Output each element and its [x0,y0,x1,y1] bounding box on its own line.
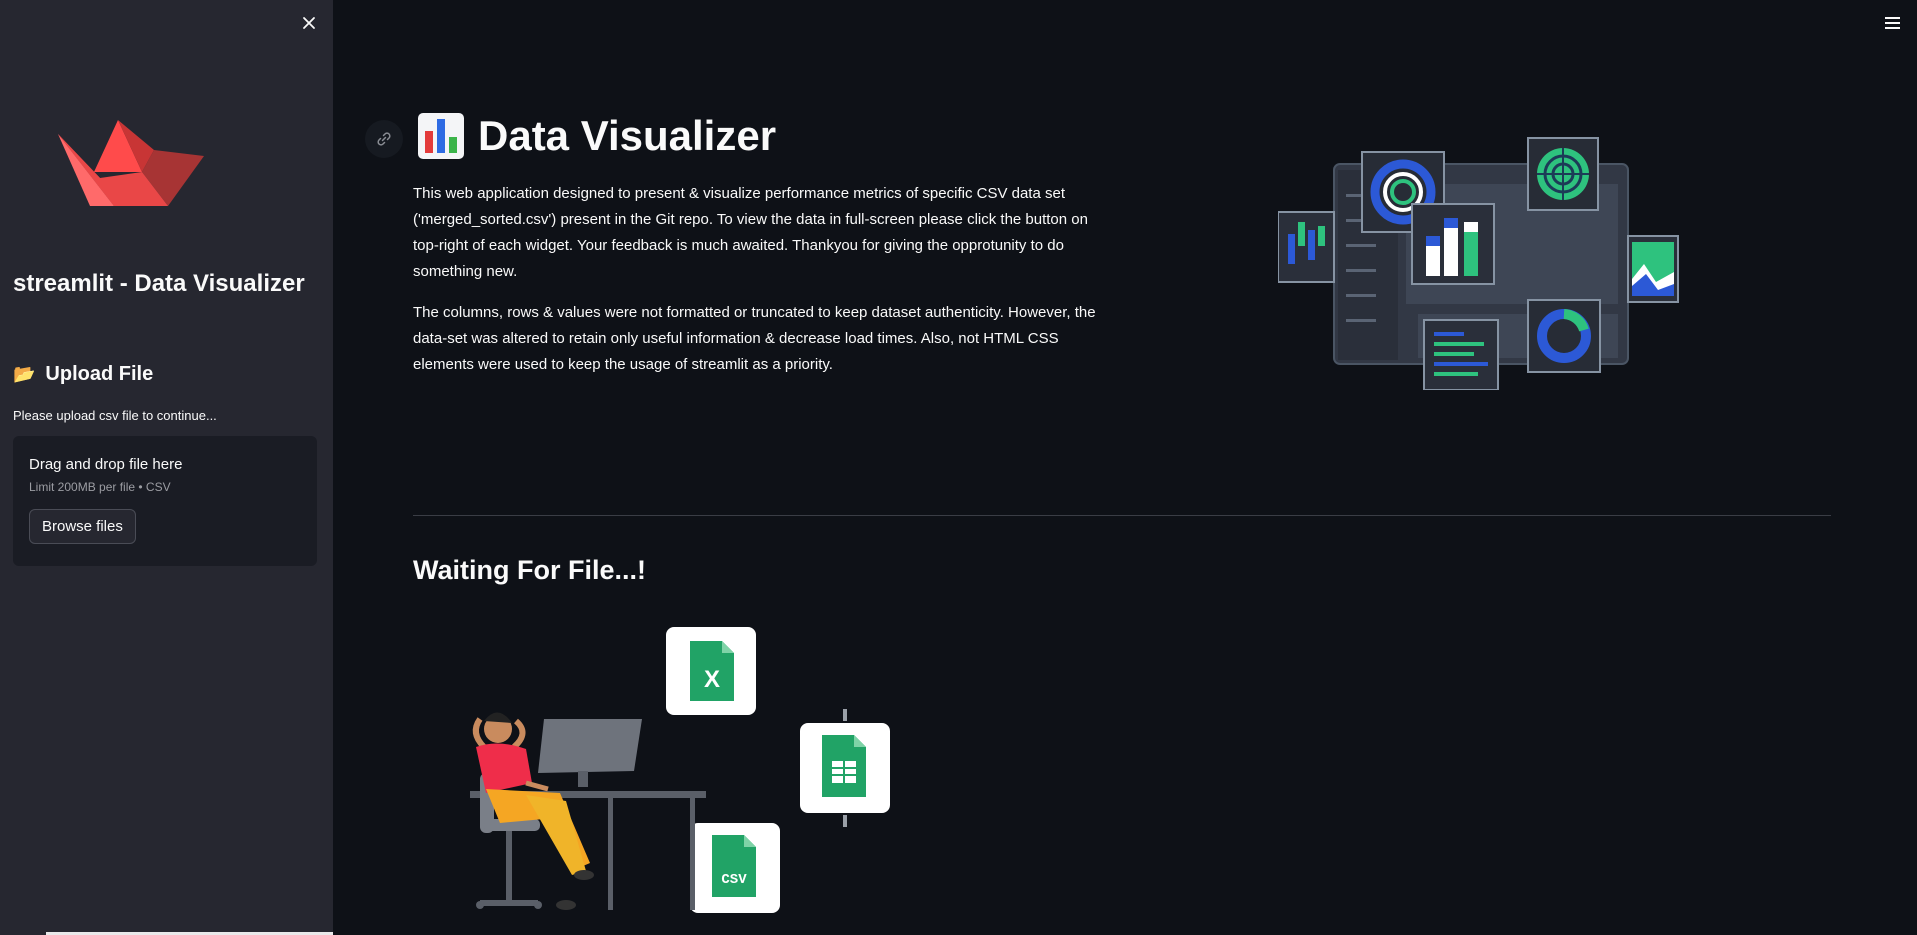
folder-emoji-icon: 📂 [13,364,36,384]
upload-header: 📂 Upload File [13,363,153,386]
file-dropzone[interactable]: Drag and drop file here Limit 200MB per … [13,436,317,566]
description-paragraph-2: The columns, rows & values were not form… [413,304,1096,373]
bar-chart-emoji-icon [418,113,464,159]
waiting-illustration: X CSV [470,627,890,913]
section-divider [413,515,1831,516]
close-icon [303,17,315,29]
title-anchor-link[interactable] [365,120,403,158]
description-paragraph-1: This web application designed to present… [413,185,1088,280]
streamlit-logo [58,120,204,206]
waiting-title: Waiting For File...! [413,555,646,585]
svg-text:CSV: CSV [721,872,747,888]
upload-hint: Please upload csv file to continue... [13,408,217,423]
upload-header-label: Upload File [45,363,154,385]
dropzone-limit: Limit 200MB per file • CSV [29,480,171,494]
svg-text:X: X [704,666,720,693]
dropzone-title: Drag and drop file here [29,456,183,473]
link-icon [377,132,391,146]
browse-files-button[interactable]: Browse files [29,509,136,544]
sidebar: streamlit - Data Visualizer 📂 Upload Fil… [0,0,333,935]
hamburger-menu-button[interactable] [1880,12,1906,34]
dashboard-illustration [1278,137,1679,390]
page-title: Data Visualizer [418,112,776,160]
hamburger-menu-icon [1885,17,1900,19]
sidebar-title: streamlit - Data Visualizer [13,270,305,297]
close-sidebar-button[interactable] [296,10,322,36]
page-title-text: Data Visualizer [478,112,777,159]
